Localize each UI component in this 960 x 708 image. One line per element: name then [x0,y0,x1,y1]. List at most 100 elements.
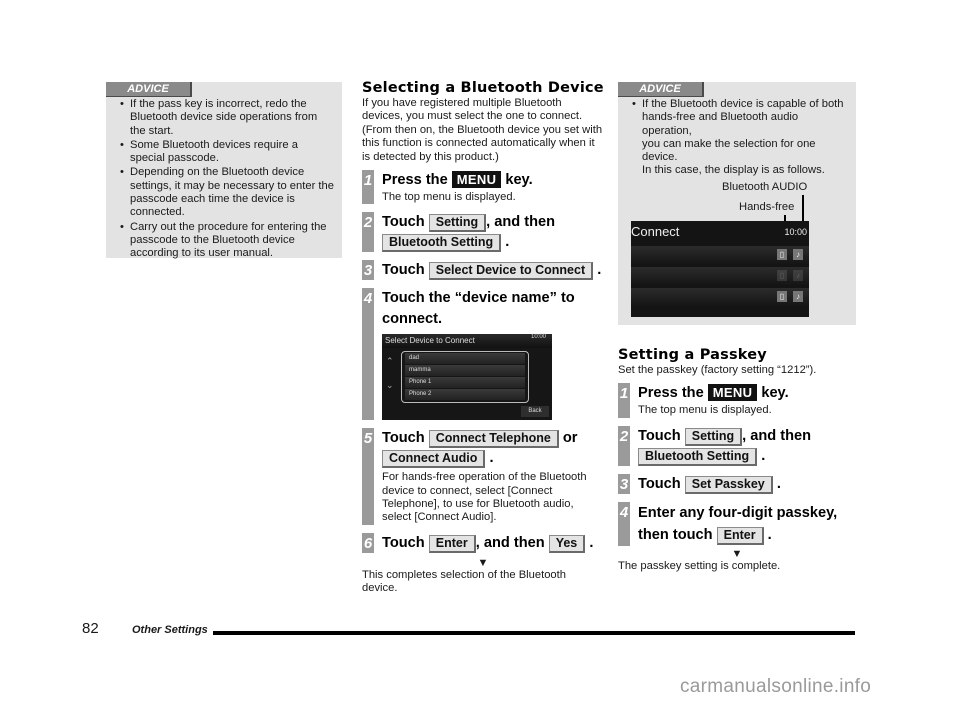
set-passkey-button-label: Set Passkey [684,475,773,494]
phone-icon: ▯ [777,249,787,260]
step-number: 1 [362,170,374,205]
down-arrow-icon: ▼ [731,547,743,560]
device-list: dad mamma Phone 1 Phone 2 [401,351,529,404]
section-intro: Set the passkey (factory setting “1212”)… [618,364,817,376]
step-description: The top menu is displayed. [638,404,772,417]
step-number: 2 [618,425,630,466]
step-number: 6 [362,532,374,553]
screen-time: 10:00 [784,227,807,237]
bluetooth-setting-button-label: Bluetooth Setting [382,234,502,253]
setting-button-label: Setting [684,427,743,446]
advice-box: ADVICE If the Bluetooth device is capabl… [618,82,856,325]
step-3: 3 Touch Set Passkey . [618,473,856,494]
advice-list: If the pass key is incorrect, redo the B… [120,98,334,261]
music-note-icon: ♪ [793,249,803,260]
screen-time: 10:00 [530,334,546,341]
yes-button-label: Yes [548,534,586,553]
step-number: 4 [362,288,374,421]
section-intro: If you have registered multiple Bluetoot… [362,97,603,163]
screen-title: Connect [631,224,680,239]
step-number: 5 [362,428,374,525]
enter-button-label: Enter [716,526,764,545]
left-column: ADVICE If the pass key is incorrect, red… [106,82,342,261]
step-text: Touch [382,262,425,279]
step-text: Touch [382,534,425,551]
step-text: . [597,262,602,279]
step-text: . [489,450,494,467]
step-text: . [505,234,510,251]
device-row: ▯ ♪ [631,288,809,306]
setting-button-label: Setting [428,214,487,233]
step-1: 1 Press the MENU key. The top menu is di… [618,383,856,418]
callout-bluetooth-audio: Bluetooth AUDIO [722,181,808,193]
step-text: Touch [638,427,681,444]
menu-key: MENU [451,171,502,189]
advice-item: If the pass key is incorrect, redo the B… [120,98,334,138]
step-description: The top menu is displayed. [382,191,516,204]
watermark: carmanualsonline.info [680,676,872,697]
step-text: . [767,526,772,543]
connect-telephone-button-label: Connect Telephone [428,430,559,449]
step-text: Touch the “device name” to connect. [382,290,575,328]
footer-rule [213,631,855,635]
menu-key: MENU [707,384,758,402]
step-text: Touch [382,214,425,231]
step-text: Press the [638,385,704,402]
step-4: 4 Enter any four-digit passkey, then tou… [618,501,856,546]
step-4: 4 Touch the “device name” to connect. Se… [362,288,604,421]
step-text: , and then [486,214,556,231]
step-number: 1 [618,383,630,418]
callout-hands-free: Hands-free [739,201,795,213]
step-text: key. [761,385,789,402]
music-note-icon: ♪ [793,291,803,302]
music-note-icon: ♪ [793,270,803,281]
enter-button-label: Enter [428,534,476,553]
step-text: , and then [742,427,812,444]
right-column: ADVICE If the Bluetooth device is capabl… [618,82,856,573]
step-2: 2 Touch Setting, and then Bluetooth Sett… [618,425,856,466]
device-row: mamma [405,365,525,377]
step-text: Press the [382,172,448,189]
step-text: Touch [382,430,425,447]
step-description: For hands-free operation of the Bluetoot… [382,471,587,524]
advice-text: you can make the selection for one devic… [642,137,816,164]
advice-text: If the Bluetooth device is capable of bo… [642,98,844,137]
step-5: 5 Touch Connect Telephone or Connect Aud… [362,428,604,525]
advice-tag: ADVICE [106,82,192,97]
step-3: 3 Touch Select Device to Connect . [362,260,604,281]
select-device-button-label: Select Device to Connect [428,262,594,281]
advice-item: If the Bluetooth device is capable of bo… [632,98,848,178]
step-text: key. [505,172,533,189]
device-row: Phone 2 [405,389,525,401]
device-row: ▯ ♪ [631,246,809,264]
step-text: . [776,475,781,492]
screen-title: Select Device to Connect [382,334,552,349]
step-number: 3 [618,473,630,494]
footer-section-label: Other Settings [132,624,208,636]
connect-audio-button-label: Connect Audio [382,450,486,469]
result-text: The passkey setting is complete. [618,559,781,572]
phone-icon: ▯ [777,270,787,281]
step-text: or [562,430,578,447]
scroll-up-icon: ⌃ [386,356,394,367]
connect-screenshot: Connect 10:00 ▯ ♪ ▯ ♪ ▯ ♪ [631,221,809,317]
advice-item: Some Bluetooth devices require a special… [120,139,334,166]
device-row: ▯ ♪ [631,267,809,285]
device-row: Phone 1 [405,377,525,389]
passkey-section: Setting a Passkey Set the passkey (facto… [618,347,856,573]
step-number: 3 [362,260,374,281]
device-select-screenshot: Select Device to Connect 10:00 ⌃ ⌄ dad m… [382,334,552,421]
step-2: 2 Touch Setting, and then Bluetooth Sett… [362,212,604,253]
step-text: Touch [638,475,681,492]
step-number: 2 [362,212,374,253]
phone-icon: ▯ [777,291,787,302]
advice-box: ADVICE If the pass key is incorrect, red… [106,82,342,261]
advice-text: In this case, the display is as follows. [642,164,825,177]
step-1: 1 Press the MENU key. The top menu is di… [362,170,604,205]
back-button-image: Back [521,406,549,418]
section-title: Setting a Passkey [618,347,767,363]
down-arrow-icon: ▼ [477,556,489,569]
advice-tag: ADVICE [618,82,704,97]
step-text: . [589,534,594,551]
advice-list: If the Bluetooth device is capable of bo… [632,98,848,178]
